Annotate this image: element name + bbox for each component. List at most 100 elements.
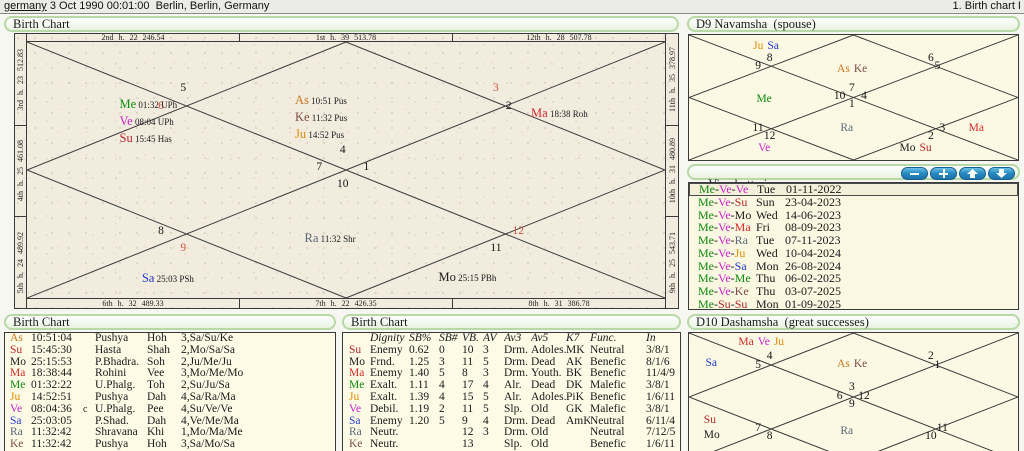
planet-degree-nakshatra: 14:52 Pus [306, 129, 345, 140]
table-cell: 17 [462, 380, 474, 392]
birth-details: 3 Oct 1990 00:01:00 Berlin, Berlin, Germ… [46, 0, 270, 12]
table-cell: AmK [566, 415, 590, 427]
planet-label-As: As [294, 92, 309, 107]
scroll-up-button[interactable] [959, 167, 986, 180]
table-cell [83, 439, 95, 451]
table-cell: Pushya [95, 333, 129, 344]
house-2-planets: Ju Sa [753, 38, 779, 53]
table-cell: GK [566, 403, 583, 415]
house-7-planets: Ra [840, 423, 853, 438]
vimshottari-panel: Vimshottari Me-Ve-VeTue01-11-2022Me-Ve-S… [685, 163, 1022, 312]
house-cusp-text: 12th h. 28 507.78 [526, 34, 592, 41]
table-row: As 10:51:04 Pushya Hoh 3,Sa/Su/Ke [5, 333, 335, 345]
table-cell: Exalt. [370, 391, 398, 403]
table-row: Ju 14:52:51 Pushya Dah 4,Sa/Ra/Ma [5, 392, 335, 404]
column-header: SB% [409, 333, 432, 344]
house-7-sign-number: 1 [848, 98, 855, 111]
table-cell: 5 [483, 356, 489, 368]
house-strip-left: 3rd h. 23 512.83 4th h. 25 461.08 5th h. 2… [15, 34, 27, 308]
planet-table-header: Birth Chart [4, 314, 336, 330]
table-row: Ra Neutr. 12 3 Drm. Old Neutral 7/12/5 [343, 427, 680, 439]
table-cell: Neutr. [370, 427, 399, 439]
planet-label-Me: Me [119, 96, 137, 111]
table-cell [83, 357, 95, 369]
column-header: VB. [462, 333, 479, 344]
column-header: AV [483, 333, 497, 344]
house-8-planets: Mo 25:15 PBh [439, 269, 497, 286]
table-cell: 11 [462, 356, 474, 368]
table-cell: 9 [462, 415, 468, 427]
house-cusp-label-right-3: 9th h. 25 543.71 [666, 216, 678, 308]
planet-code: Sa [349, 415, 361, 427]
planet-label-Sa: Sa [767, 39, 779, 52]
planet-code: Su [10, 344, 23, 356]
house-cusp-label-right-2: 10th h. 31 480.89 [666, 124, 678, 217]
planet-code: Ve [10, 403, 23, 415]
table-cell: Hasta [95, 344, 122, 356]
planet-code: Ve [349, 403, 362, 415]
table-row: Sa Enemy 1.20 5 9 4 Drm. Dead AmK Neutral 6/11/4 [343, 416, 680, 428]
dasha-lord-Me: Me [698, 297, 714, 310]
table-cell: Vee [147, 368, 165, 380]
table-header-row: Dignity SB% SB# VB. AV Av3 Av5 K7 Func. In [343, 333, 680, 345]
table-row: Su 15:45:30 Hasta Shah 2,Mo/Sa/Sa [5, 345, 335, 357]
planet-code: Sa [10, 415, 22, 427]
planet-code: Ke [349, 439, 363, 451]
table-cell: 3,Sa/Mo/Sa [181, 439, 235, 451]
d9-panel-header: D9 Navamsha (spouse) [687, 16, 1020, 32]
house-7-sign-number: 10 [337, 178, 349, 191]
table-cell: 1/6/11 [646, 439, 675, 451]
table-cell [83, 380, 95, 392]
table-cell: Pushya [95, 391, 129, 403]
table-cell: BK [566, 368, 582, 380]
scroll-down-button[interactable] [988, 167, 1015, 180]
house-9-sign-number: 12 [512, 225, 525, 238]
table-row: Ju Exalt. 1.39 4 15 5 Alr. Adoles. PiK Benefic 1/6… [343, 392, 680, 404]
table-cell: 3 [483, 368, 489, 380]
planet-table-panel: Birth Chart As 10:51:04 Pushya Hoh 3,Sa/Su/K… [2, 313, 338, 451]
house-11-sign-number: 1 [934, 359, 941, 371]
vimshottari-buttons [901, 167, 1015, 180]
planet-label-Ma: Ma [531, 105, 548, 120]
table-cell: Neutral [590, 427, 625, 439]
table-cell: 10:51:04 [31, 333, 72, 344]
table-cell: Benefic [590, 368, 626, 380]
table-cell: 1.40 [409, 368, 430, 380]
column-header: Func. [590, 333, 617, 344]
page-title: 1. Birth chart I [952, 0, 1021, 12]
plus-button[interactable] [930, 167, 957, 180]
house-cusp-label-bottom-3: 8th h. 31 386.78 [452, 299, 665, 308]
profile-name-link[interactable]: germany [4, 0, 47, 12]
dignity-table-box: Dignity SB% SB# VB. AV Av3 Av5 K7 Func. In Su Enemy… [342, 332, 681, 451]
house-3-planets: Sa [705, 355, 717, 370]
column-header: Av3 [504, 333, 522, 344]
planet-label-Mo: Mo [438, 269, 456, 284]
table-cell: Dah [147, 391, 167, 403]
planet-degree-nakshatra: 11:32 Pus [309, 112, 348, 123]
table-cell: 1.20 [409, 415, 430, 427]
house-cusp-text: 6th h. 32 489.33 [102, 299, 164, 308]
house-cusp-label-bottom-2: 7th h. 22 426.35 [239, 299, 452, 308]
house-12-sign-number: 2 [927, 350, 934, 363]
table-cell: 15 [462, 391, 474, 403]
dasha-row[interactable]: Me-Su-Su Mon 01-09-2025 [689, 297, 1018, 310]
table-cell: 12 [462, 427, 474, 439]
planet-degree-nakshatra: 18:38 Roh [547, 108, 588, 119]
house-cusp-text: 11th h. 35 378.97 [667, 46, 677, 112]
house-2-sign-number: 8 [766, 51, 773, 64]
table-cell: 5 [439, 368, 445, 380]
table-cell: Dah [147, 415, 167, 427]
planet-degree-nakshatra: 25:03 PSh [154, 273, 194, 284]
table-cell: 10 [462, 344, 474, 356]
planet-code: Ma [10, 368, 26, 380]
table-cell: 01:32:22 [31, 380, 72, 392]
birth-chart-panel: Birth Chart 2nd h. 22 246.54 1st h. 39 51… [2, 15, 681, 311]
table-cell: 25:15:53 [31, 356, 72, 368]
house-cusp-text: 2nd h. 22 246.54 [101, 34, 165, 41]
table-cell [566, 439, 590, 451]
minus-button[interactable] [901, 167, 928, 180]
table-cell: 2,Ju/Me/Ju [181, 356, 232, 368]
dignity-table-header: Birth Chart [342, 314, 681, 330]
table-cell: Malefic [590, 403, 626, 415]
table-row: Ma Enemy 1.40 5 8 3 Drm. Youth. BK Benefic 11/4/9 [343, 368, 680, 380]
